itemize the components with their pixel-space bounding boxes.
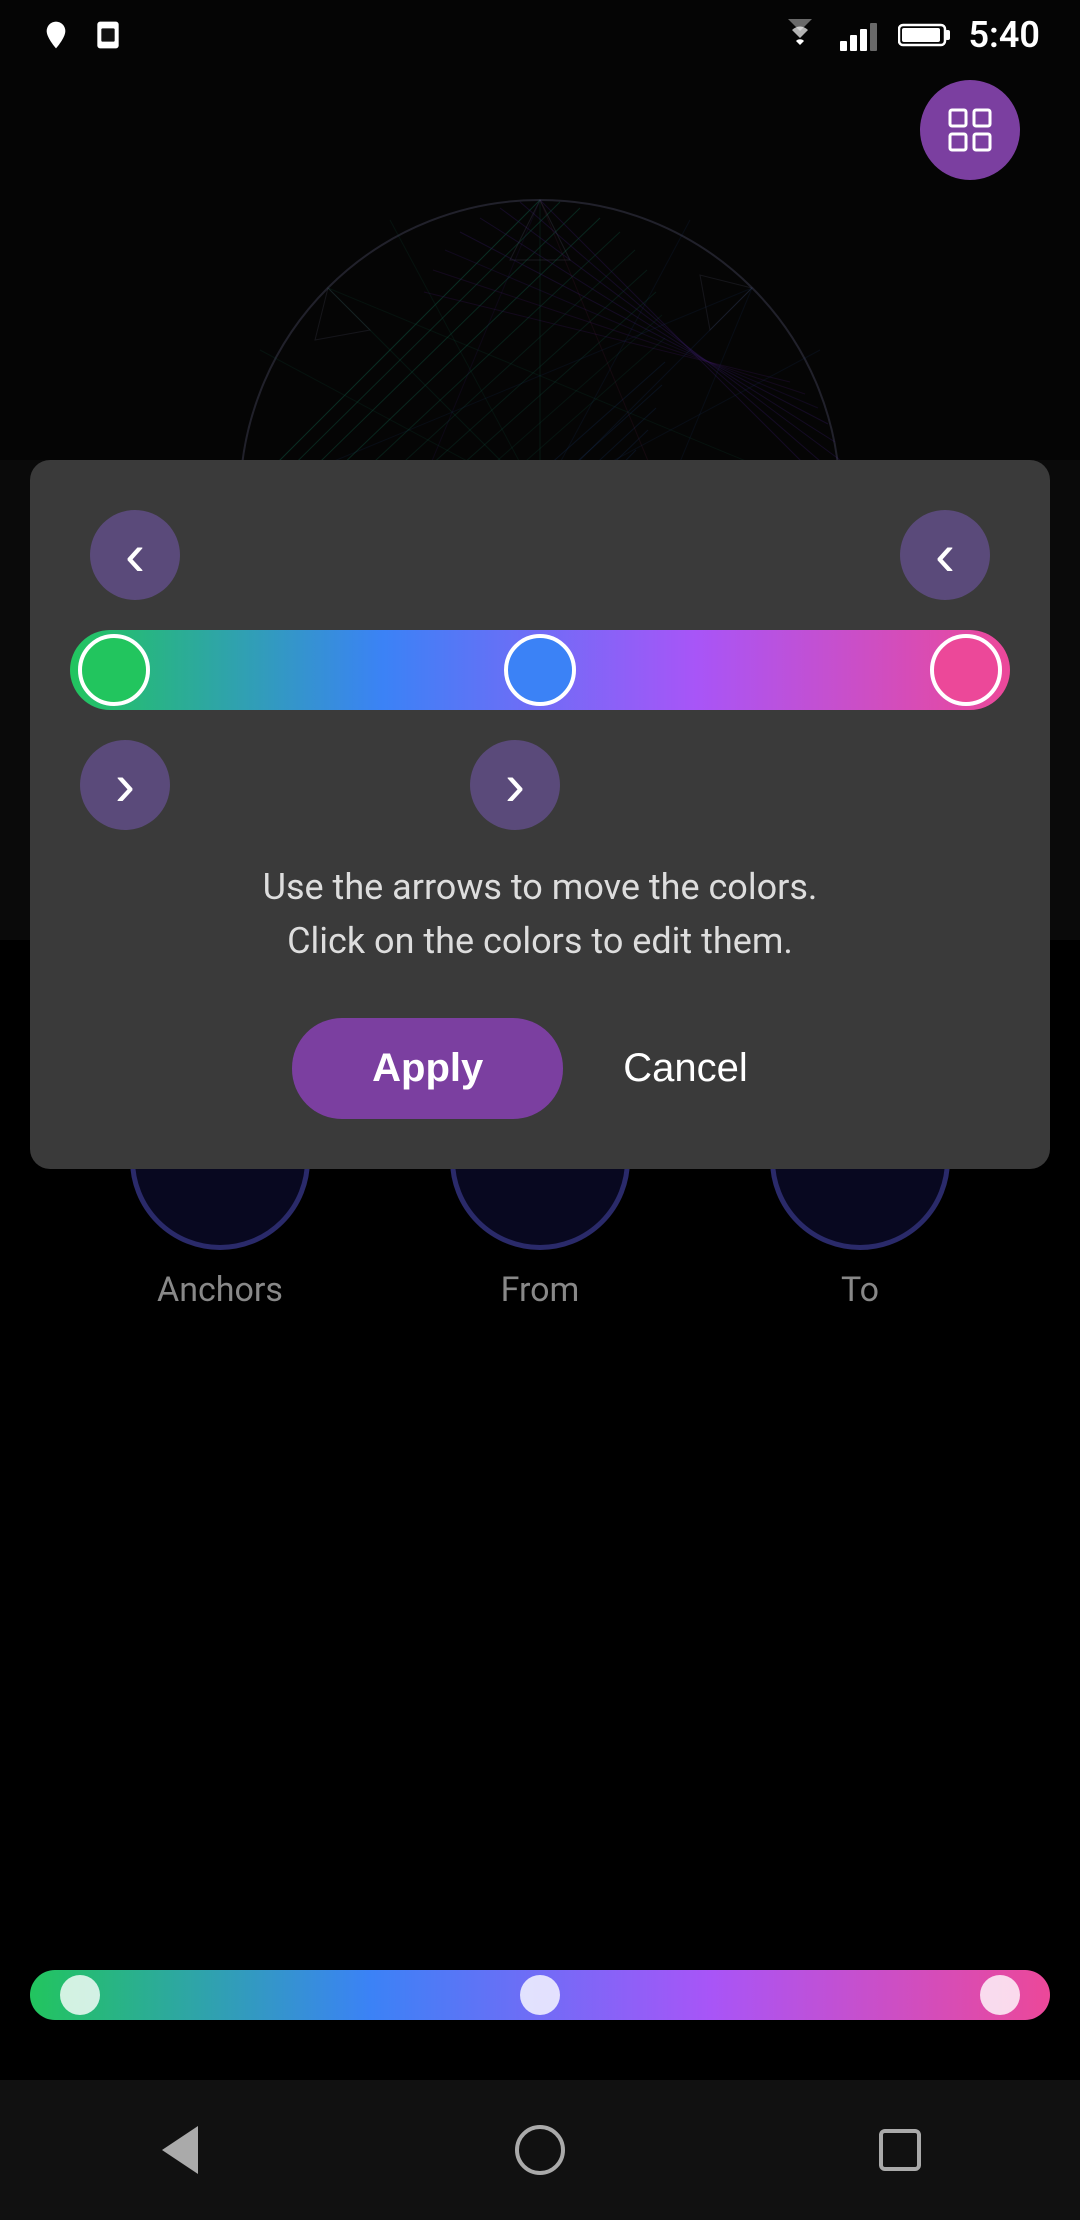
- prev-color-button-right[interactable]: [900, 510, 990, 600]
- instruction-text: Use the arrows to move the colors. Click…: [70, 860, 1010, 968]
- signal-icon: [838, 19, 882, 51]
- from-label: From: [501, 1270, 580, 1310]
- slider-thumb-green[interactable]: [78, 634, 150, 706]
- bottom-gradient-bar[interactable]: [30, 1970, 1050, 2020]
- next-color-button-left[interactable]: [80, 740, 170, 830]
- bottom-thumb-2[interactable]: [520, 1975, 560, 2015]
- recents-nav-button[interactable]: [865, 2115, 935, 2185]
- chevron-left-icon-2: [935, 525, 955, 585]
- sim-icon: [92, 19, 124, 51]
- status-left-icons: [40, 19, 124, 51]
- prev-color-button-left[interactable]: [90, 510, 180, 600]
- battery-icon: [898, 20, 952, 50]
- chevron-right-icon-2: [505, 755, 525, 815]
- slider-thumb-blue[interactable]: [504, 634, 576, 706]
- next-color-button-center[interactable]: [470, 740, 560, 830]
- instruction-line-2: Click on the colors to edit them.: [70, 914, 1010, 968]
- bottom-nav-arrows: [70, 740, 1010, 830]
- home-nav-button[interactable]: [505, 2115, 575, 2185]
- recents-icon: [879, 2129, 921, 2171]
- instruction-line-1: Use the arrows to move the colors.: [70, 860, 1010, 914]
- expand-button[interactable]: [920, 80, 1020, 180]
- anchors-label: Anchors: [157, 1270, 283, 1310]
- back-icon: [162, 2126, 198, 2174]
- status-right-icons: 5:40: [778, 14, 1040, 56]
- bottom-thumb-3[interactable]: [980, 1975, 1020, 2015]
- to-label: To: [841, 1270, 879, 1310]
- dialog-buttons: Apply Cancel: [70, 1018, 1010, 1119]
- cancel-button[interactable]: Cancel: [583, 1018, 788, 1119]
- color-editor-dialog: Use the arrows to move the colors. Click…: [30, 460, 1050, 1169]
- home-icon: [515, 2125, 565, 2175]
- back-nav-button[interactable]: [145, 2115, 215, 2185]
- wifi-icon: [778, 19, 822, 51]
- chevron-left-icon: [125, 525, 145, 585]
- bottom-thumb-1[interactable]: [60, 1975, 100, 2015]
- status-time: 5:40: [968, 14, 1040, 56]
- slider-thumb-pink[interactable]: [930, 634, 1002, 706]
- top-nav-arrows: [70, 510, 1010, 600]
- gradient-track: [70, 630, 1010, 710]
- system-nav: [0, 2080, 1080, 2220]
- location-icon: [40, 19, 72, 51]
- status-bar: 5:40: [0, 0, 1080, 70]
- chevron-right-icon-1: [115, 755, 135, 815]
- gradient-slider[interactable]: [70, 630, 1010, 710]
- apply-button[interactable]: Apply: [292, 1018, 563, 1119]
